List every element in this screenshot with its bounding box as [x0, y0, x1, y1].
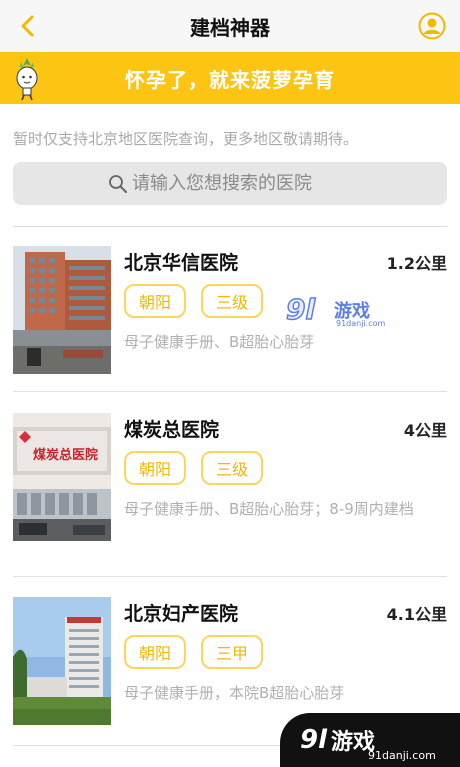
watermark-corner: 9l 游戏 91danji.com: [280, 713, 460, 767]
hospital-distance: 4.1公里: [386, 605, 447, 624]
watermark-url: 91danji.com: [336, 319, 386, 328]
watermark-logo-mark: 9l: [300, 725, 328, 755]
hospital-services: 母子健康手册、B超胎心胎芽；8-9周内建档: [124, 500, 414, 518]
nav-bar: 建档神器: [0, 0, 460, 52]
pineapple-mascot-icon: [16, 58, 38, 101]
hospital-name: 北京华信医院: [124, 252, 239, 274]
hospital-photo: [13, 246, 111, 374]
search-bar[interactable]: [13, 162, 447, 205]
promo-banner[interactable]: 怀孕了，就来菠萝孕育: [0, 52, 460, 104]
divider: [13, 576, 447, 577]
page-title: 建档神器: [190, 15, 270, 40]
hospital-item[interactable]: 煤炭总医院 煤炭总医院 4公里 朝阳 三级 母子健康手册、B超胎心胎芽；8-9周…: [0, 413, 460, 577]
user-icon: [418, 12, 446, 40]
watermark-logo: 9l 游戏 91danji.com: [285, 291, 386, 331]
hospital-services: 母子健康手册、B超胎心胎芽: [124, 333, 315, 351]
hospital-item[interactable]: 北京华信医院 1.2公里 朝阳 三级 母子健康手册、B超胎心胎芽: [0, 246, 460, 392]
hospital-distance: 1.2公里: [386, 254, 447, 273]
watermark-url: 91danji.com: [368, 749, 436, 762]
hospital-name: 煤炭总医院: [124, 419, 220, 441]
region-notice: 暂时仅支持北京地区医院查询，更多地区敬请期待。: [13, 130, 359, 148]
back-button[interactable]: [14, 12, 42, 40]
search-input[interactable]: [132, 173, 352, 194]
hospital-photo: 煤炭总医院: [13, 413, 111, 541]
banner-text: 怀孕了，就来菠萝孕育: [125, 67, 335, 92]
divider: [13, 391, 447, 392]
profile-button[interactable]: [418, 12, 446, 40]
hospital-district-tag: 朝阳: [124, 451, 186, 485]
hospital-district-tag: 朝阳: [124, 284, 186, 318]
watermark-logo-mark: 9l: [285, 292, 316, 327]
hospital-level-tag: 三级: [201, 284, 263, 318]
hospital-name: 北京妇产医院: [124, 603, 239, 625]
search-icon: [109, 174, 127, 193]
chevron-left-icon: [21, 15, 34, 37]
hospital-services: 母子健康手册，本院B超胎心胎芽: [124, 684, 345, 702]
hospital-level-tag: 三甲: [201, 635, 263, 669]
hospital-level-tag: 三级: [201, 451, 263, 485]
hospital-sign: 煤炭总医院: [33, 447, 98, 463]
hospital-distance: 4公里: [403, 421, 447, 440]
hospital-photo: [13, 597, 111, 725]
divider: [13, 226, 447, 227]
hospital-district-tag: 朝阳: [124, 635, 186, 669]
